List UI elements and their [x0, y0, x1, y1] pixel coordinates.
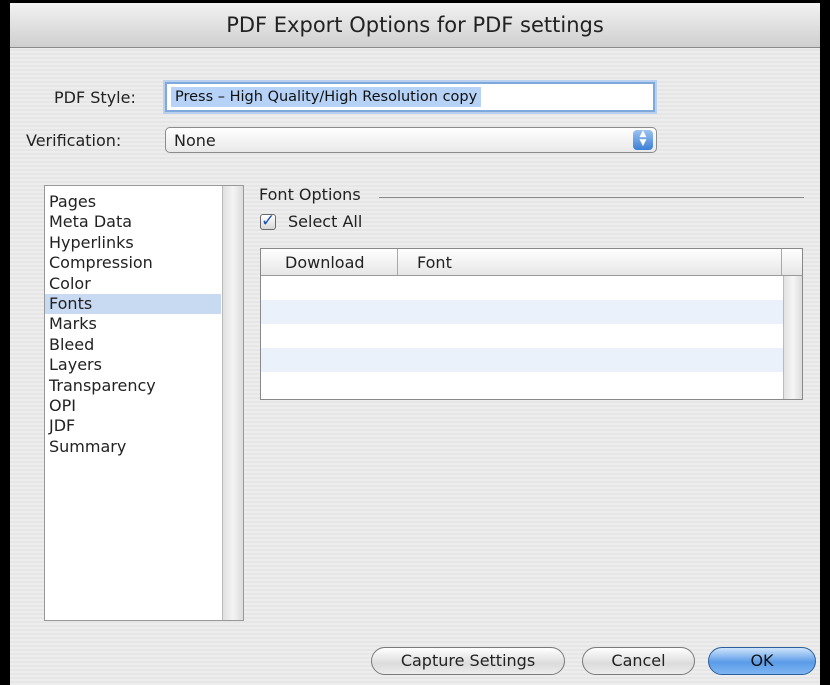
- table-header: Download Font: [261, 249, 802, 276]
- ok-button[interactable]: OK: [708, 647, 816, 675]
- sidebar-item-layers[interactable]: Layers: [45, 355, 221, 375]
- column-divider: [781, 249, 782, 275]
- table-row[interactable]: [261, 348, 783, 372]
- table-row[interactable]: [261, 300, 783, 324]
- verification-value: None: [174, 131, 216, 150]
- fonts-table[interactable]: Download Font: [260, 248, 803, 400]
- sidebar-item-color[interactable]: Color: [45, 274, 221, 294]
- table-row[interactable]: [261, 372, 783, 396]
- sidebar-item-transparency[interactable]: Transparency: [45, 376, 221, 396]
- dialog-window: PDF Export Options for PDF settings PDF …: [10, 0, 820, 685]
- pdf-style-label: PDF Style:: [54, 88, 136, 107]
- column-header-download[interactable]: Download: [285, 253, 365, 272]
- sidebar-item-opi[interactable]: OPI: [45, 396, 221, 416]
- sidebar-item-hyperlinks[interactable]: Hyperlinks: [45, 233, 221, 253]
- checkmark-icon: ✓: [261, 211, 276, 231]
- sidebar-item-compression[interactable]: Compression: [45, 253, 221, 273]
- category-list-scrollbar[interactable]: [222, 186, 243, 620]
- sidebar-item-pages[interactable]: Pages: [45, 192, 221, 212]
- title-bar[interactable]: PDF Export Options for PDF settings: [10, 3, 820, 48]
- verification-label: Verification:: [26, 131, 122, 150]
- pdf-style-input[interactable]: Press – High Quality/High Resolution cop…: [165, 82, 655, 112]
- sidebar-item-marks[interactable]: Marks: [45, 314, 221, 334]
- window-title: PDF Export Options for PDF settings: [226, 13, 604, 37]
- sidebar-item-bleed[interactable]: Bleed: [45, 335, 221, 355]
- select-all-label[interactable]: Select All: [288, 212, 362, 231]
- column-header-font[interactable]: Font: [417, 253, 452, 272]
- capture-settings-button[interactable]: Capture Settings: [371, 647, 565, 675]
- group-divider: [379, 197, 804, 198]
- sidebar-item-summary[interactable]: Summary: [45, 437, 221, 457]
- chevron-updown-icon: ▲ ▼: [633, 130, 653, 150]
- column-divider: [397, 249, 398, 275]
- sidebar-item-fonts[interactable]: Fonts: [45, 294, 221, 314]
- cancel-button[interactable]: Cancel: [582, 647, 695, 675]
- sidebar-item-jdf[interactable]: JDF: [45, 416, 221, 436]
- pdf-style-value: Press – High Quality/High Resolution cop…: [171, 87, 482, 107]
- sidebar-item-meta-data[interactable]: Meta Data: [45, 212, 221, 232]
- table-row[interactable]: [261, 324, 783, 348]
- verification-select[interactable]: None ▲ ▼: [165, 127, 657, 153]
- font-options-title: Font Options: [259, 185, 361, 204]
- select-all-checkbox[interactable]: ✓: [260, 211, 276, 231]
- category-list[interactable]: Pages Meta Data Hyperlinks Compression Color…: [44, 185, 244, 621]
- table-scrollbar[interactable]: [783, 276, 802, 399]
- table-row[interactable]: [261, 276, 783, 300]
